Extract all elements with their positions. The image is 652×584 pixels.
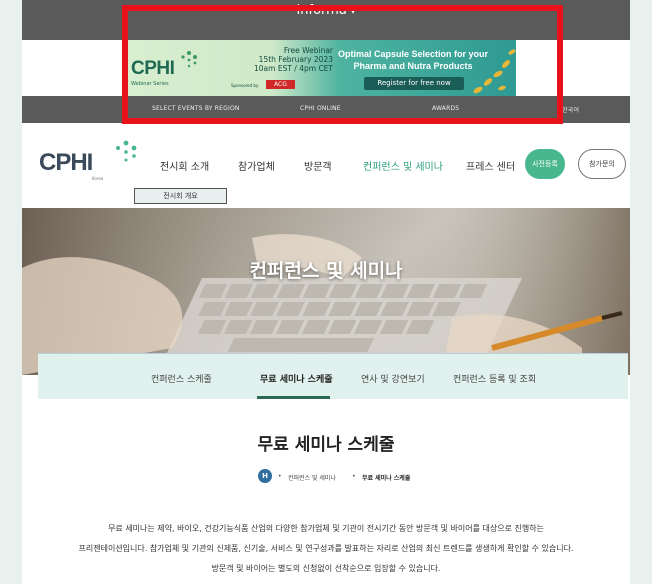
ad-cphi-logo: CPHI <box>131 58 175 79</box>
ad-logo-dots-icon <box>181 51 197 68</box>
active-tab-indicator <box>257 396 330 399</box>
sub-tabs: 컨퍼런스 스케줄 무료 세미나 스케줄 연사 및 강연보기 컨퍼런스 등록 및 … <box>38 353 628 399</box>
tab-conference-schedule[interactable]: 컨퍼런스 스케줄 <box>151 372 212 385</box>
webinar-ad-banner[interactable]: CPHI Webinar Series Free Webinar 15th Fe… <box>123 40 516 96</box>
breadcrumb-separator-icon: • <box>278 473 282 480</box>
description-line-3: 방문객 및 바이어는 별도의 신청없이 선착순으로 입장할 수 있습니다. <box>211 564 441 573</box>
exhibit-inquiry-button[interactable]: 참가문의 <box>578 149 626 179</box>
cphi-logo[interactable]: CPHI <box>39 149 93 177</box>
webinar-time: 10am EST / 4pm CET <box>254 64 333 73</box>
region-bar: SELECT EVENTS BY REGION CPHI ONLINE AWAR… <box>22 96 630 123</box>
description-line-1: 무료 세미나는 제약, 바이오, 건강기능식품 산업의 다양한 참가업체 및 기… <box>108 524 544 533</box>
tab-conference-registration[interactable]: 컨퍼런스 등록 및 조회 <box>453 372 536 385</box>
chevron-down-icon: ▾ <box>350 7 356 17</box>
informa-brand-menu[interactable]: informa ▾ <box>22 3 630 18</box>
tab-free-seminar-schedule[interactable]: 무료 세미나 스케줄 <box>260 372 333 385</box>
awards-link[interactable]: AWARDS <box>432 105 459 112</box>
breadcrumb-free-seminar: 무료 세미나 스케줄 <box>362 475 411 482</box>
submenu-exhibition-overview[interactable]: 전시회 개요 <box>134 188 227 204</box>
nav-exhibition-intro[interactable]: 전시회 소개 <box>160 158 209 173</box>
webinar-info: Free Webinar 15th February 2023 10am EST… <box>223 46 333 73</box>
breadcrumb-separator-icon: • <box>352 473 356 480</box>
hero-banner: 컨퍼런스 및 세미나 <box>22 208 630 375</box>
logo-dots-icon <box>116 140 137 162</box>
breadcrumb-conference-seminar[interactable]: 컨퍼런스 및 세미나 <box>288 473 336 482</box>
pre-registration-button[interactable]: 사전등록 <box>525 149 565 179</box>
home-icon[interactable]: H <box>258 469 272 483</box>
ad-logo-subtitle: Webinar Series <box>131 81 169 87</box>
capsules-image <box>473 49 516 94</box>
webinar-label: Free Webinar <box>283 46 333 55</box>
sponsor-label: Sponsored by <box>231 83 259 88</box>
nav-visitors[interactable]: 방문객 <box>304 158 332 173</box>
language-korean-link[interactable]: 한국어 <box>562 105 579 114</box>
tab-speakers[interactable]: 연사 및 강연보기 <box>361 372 425 385</box>
description-line-2: 프리젠테이션입니다. 참가업체 및 기관의 신제품, 신기술, 서비스 및 연구… <box>78 544 574 553</box>
webinar-date: 15th February 2023 <box>258 55 333 64</box>
informa-brand-label: informa <box>296 3 347 18</box>
hero-keyboard-image <box>22 208 630 375</box>
informa-bar: informa ▾ <box>22 0 630 40</box>
page: informa ▾ CPHI Webinar Series Free Webina… <box>22 0 630 584</box>
site-header: CPHI Korea 전시회 소개 참가업체 방문객 컨퍼런스 및 세미나 프레… <box>22 123 630 208</box>
cphi-online-link[interactable]: CPHI ONLINE <box>300 105 341 112</box>
nav-conference-seminar[interactable]: 컨퍼런스 및 세미나 <box>363 158 443 173</box>
hero-title: 컨퍼런스 및 세미나 <box>249 260 403 282</box>
nav-exhibitors[interactable]: 참가업체 <box>238 158 275 173</box>
logo-subtitle: Korea <box>92 176 104 181</box>
page-title: 무료 세미나 스케줄 <box>257 435 395 455</box>
nav-press-center[interactable]: 프레스 센터 <box>466 158 515 173</box>
register-free-button[interactable]: Register for free now <box>364 77 464 90</box>
sponsor-logo: ACG <box>266 80 295 89</box>
select-events-by-region-link[interactable]: SELECT EVENTS BY REGION <box>152 105 240 112</box>
